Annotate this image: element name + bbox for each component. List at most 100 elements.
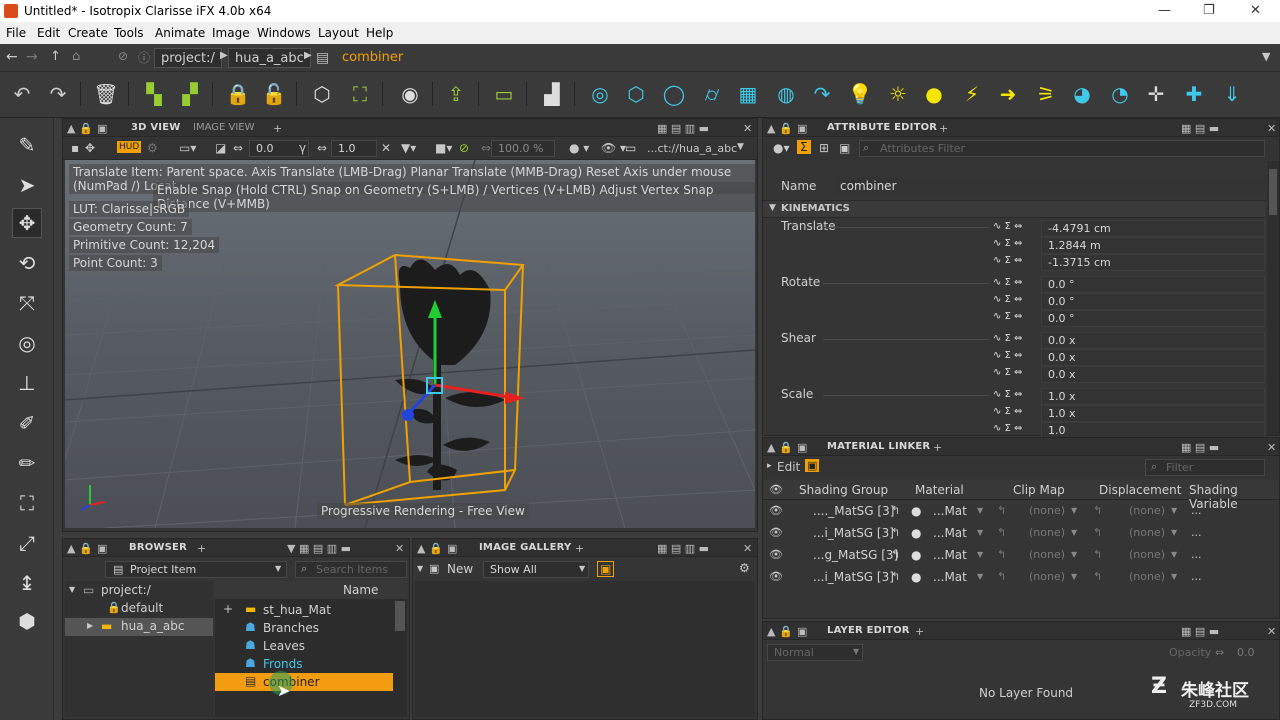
panel-close-icon[interactable]: ✕	[1267, 122, 1276, 135]
stamp-icon[interactable]: ⊥	[12, 368, 42, 398]
import-scene-icon[interactable]: ◉	[396, 80, 424, 108]
sun-icon[interactable]: ☼	[884, 80, 912, 108]
attr-animation-icons[interactable]: ∿ Σ ⇔	[993, 367, 1022, 378]
menu-file[interactable]: File	[6, 26, 26, 40]
panel-lock-icon[interactable]: ▲ 🔒	[767, 441, 793, 454]
link-icon[interactable]: ↰	[1093, 570, 1102, 583]
panel-close-icon[interactable]: ✕	[743, 122, 752, 135]
tab-image-view[interactable]: IMAGE VIEW	[193, 122, 254, 133]
scroll-thumb[interactable]	[395, 601, 405, 631]
row-material[interactable]: ...Mat	[933, 504, 967, 518]
row-displacement[interactable]: (none)	[1129, 526, 1165, 539]
minimize-button[interactable]: —	[1158, 3, 1171, 18]
paint-icon[interactable]: ✐	[12, 408, 42, 438]
attr-value-field[interactable]: 0.0 °	[1041, 276, 1265, 293]
filter-icon[interactable]: ▼▾	[401, 141, 416, 155]
up-arrow-icon[interactable]: ↑	[50, 49, 61, 64]
attr-animation-icons[interactable]: ∿ Σ ⇔	[993, 255, 1022, 266]
linker-settings-icon[interactable]: ▣	[805, 459, 820, 472]
tree-hua-a-abc[interactable]: hua_a_abc	[121, 619, 185, 633]
shading-icon[interactable]: ⬢	[12, 606, 42, 636]
kinematics-section[interactable]: ▼ KINEMATICS	[763, 200, 1265, 218]
link-icon[interactable]: ↰	[1093, 504, 1102, 517]
list-item[interactable]: ☗ Branches	[215, 619, 393, 637]
link-icon[interactable]: ↰	[997, 526, 1006, 539]
visibility-icon[interactable]: 👁	[769, 548, 783, 561]
menu-windows[interactable]: Windows	[257, 26, 311, 40]
tab-browser[interactable]: BROWSER	[129, 542, 187, 553]
sigma-toggle[interactable]: Σ	[797, 140, 811, 154]
forward-arrow-icon[interactable]: →	[26, 49, 38, 65]
col-clip-map[interactable]: Clip Map	[1013, 483, 1065, 497]
list-item[interactable]: ☗ Leaves	[215, 637, 393, 655]
add-tab-button[interactable]: +	[273, 122, 282, 135]
light-sphere-icon[interactable]: ●	[920, 80, 948, 108]
attr-value-field[interactable]: 0.0 °	[1041, 310, 1265, 327]
link-icon[interactable]: ↰	[891, 548, 900, 561]
attribute-scrollbar[interactable]	[1267, 161, 1279, 435]
panel-close-icon[interactable]: ✕	[1267, 625, 1276, 638]
menu-edit[interactable]: Edit	[37, 26, 60, 40]
expand-icon[interactable]: ⊞	[819, 141, 829, 155]
globe-icon[interactable]: ◍	[772, 80, 800, 108]
folder-icon[interactable]: ▭	[625, 141, 636, 155]
attr-animation-icons[interactable]: ∿ Σ ⇔	[993, 277, 1022, 288]
align-icon[interactable]: ↨	[12, 568, 42, 598]
move-icon[interactable]: ✥	[85, 141, 95, 155]
dropdown-icon[interactable]: ▼	[1071, 572, 1077, 581]
breadcrumb-root[interactable]: project:/	[154, 48, 222, 68]
panel-lock-icon[interactable]: ▲ 🔒	[767, 625, 793, 638]
message-icon[interactable]: ▭	[490, 80, 518, 108]
visibility-icon[interactable]: 👁	[769, 504, 783, 517]
panel-lock-icon[interactable]: ▲ 🔒	[67, 122, 93, 135]
stepper-icon[interactable]: ⇔	[1215, 646, 1224, 659]
fit-icon[interactable]: ⤢	[12, 528, 42, 558]
lock-icon[interactable]: ⊘	[118, 49, 128, 63]
address-dropdown-icon[interactable]: ▼	[1262, 50, 1270, 63]
opacity-field[interactable]: 0.0	[1237, 646, 1255, 659]
universal-manipulator-icon[interactable]: ◎	[12, 328, 42, 358]
frame-icon[interactable]: ⛶	[12, 488, 42, 518]
dropdown-icon[interactable]: ▼	[1171, 528, 1177, 537]
zoom-field[interactable]: 100.0 %	[491, 140, 555, 157]
attr-value-field[interactable]: -4.4791 cm	[1041, 220, 1265, 237]
edit-arrow-icon[interactable]: ▸	[767, 461, 772, 471]
select-arrow-icon[interactable]: ➤	[12, 170, 42, 200]
panel-close-icon[interactable]: ✕	[1267, 441, 1276, 454]
instancer-icon[interactable]: ⇓	[1218, 80, 1246, 108]
visibility-icon[interactable]: 👁	[769, 570, 783, 583]
search-replace-icon[interactable]: ◎	[586, 80, 614, 108]
ungroup-icon[interactable]: ▞	[176, 80, 204, 108]
layout-icon[interactable]: ▟	[538, 80, 566, 108]
row-material[interactable]: ...Mat	[933, 526, 967, 540]
visibility-icon[interactable]: 👁	[769, 526, 783, 539]
panel-close-icon[interactable]: ✕	[395, 542, 404, 555]
close-button[interactable]: ✕	[1250, 3, 1261, 18]
attr-value-field[interactable]: 0.0 x	[1041, 332, 1265, 349]
panel-lock-icon[interactable]: ▲ 🔒	[417, 542, 443, 555]
attributes-filter-input[interactable]: Attributes Filter	[859, 140, 1265, 157]
camera-icon[interactable]: ⚙	[147, 141, 158, 155]
attr-animation-icons[interactable]: ∿ Σ ⇔	[993, 221, 1022, 232]
link-icon[interactable]: ↰	[891, 570, 900, 583]
col-shading-variable[interactable]: Shading Variable	[1189, 483, 1279, 511]
row-clip-map[interactable]: (none)	[1029, 570, 1065, 583]
row-shading-variable[interactable]: ...	[1191, 548, 1202, 561]
menu-tools[interactable]: Tools	[114, 26, 144, 40]
comment-icon[interactable]: ●▾	[773, 141, 790, 155]
dropdown-icon[interactable]: ▼	[1171, 506, 1177, 515]
row-shading-group[interactable]: ...i_MatSG [3]	[813, 570, 894, 584]
panel-layout-icons[interactable]: ▦ ▤ ▬	[1181, 625, 1219, 638]
exposure-icon[interactable]: ◪	[215, 141, 226, 155]
row-clip-map[interactable]: (none)	[1029, 504, 1065, 517]
col-shading-group[interactable]: Shading Group	[799, 483, 888, 497]
cube-icon[interactable]: ⬡	[622, 80, 650, 108]
stepper-icon[interactable]: ⇔	[481, 141, 491, 155]
panel-layout-icons[interactable]: ▦ ▤ ▥ ▬	[657, 542, 709, 555]
add-tab-button[interactable]: +	[933, 441, 942, 454]
attr-animation-icons[interactable]: ∿ Σ ⇔	[993, 406, 1022, 417]
back-arrow-icon[interactable]: ←	[6, 49, 18, 65]
unlock-item-icon[interactable]: 🔓	[260, 80, 288, 108]
dropdown-icon[interactable]: ▼	[1071, 550, 1077, 559]
menu-image[interactable]: Image	[212, 26, 250, 40]
